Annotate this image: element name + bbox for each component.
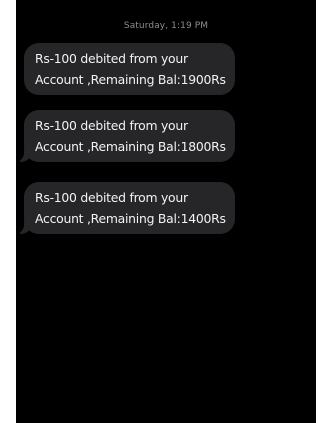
message-bubble[interactable]: Rs-100 debited from your Account ,Remain…	[16, 182, 235, 234]
messages-screen: Saturday, 1:19 PM Rs-100 debited from yo…	[16, 0, 316, 423]
message-timestamp: Saturday, 1:19 PM	[123, 21, 209, 31]
message-bubble[interactable]: Rs-100 debited from your Account ,Remain…	[24, 43, 235, 95]
message-bubble[interactable]: Rs-100 debited from your Account ,Remain…	[16, 110, 235, 162]
